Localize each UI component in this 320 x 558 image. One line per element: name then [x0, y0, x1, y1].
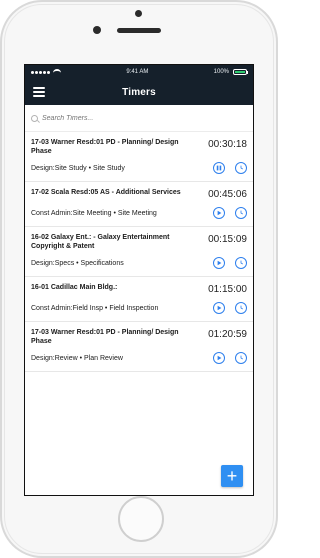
search-container[interactable]: [31, 109, 247, 127]
timer-item[interactable]: 16-02 Galaxy Ent.: - Galaxy Entertainmen…: [25, 227, 253, 277]
plus-icon: +: [226, 466, 238, 486]
play-button[interactable]: [213, 207, 225, 219]
timer-description: Design:Review • Plan Review: [31, 354, 123, 362]
timer-header-row: 17-02 Scala Resd:05 AS - Additional Serv…: [31, 188, 247, 201]
timer-header-row: 16-01 Cadillac Main Bldg.: 01:15:00: [31, 283, 247, 296]
clock-button[interactable]: [235, 207, 247, 219]
timer-detail-row: Design:Specs • Specifications: [31, 257, 247, 269]
play-button[interactable]: [213, 352, 225, 364]
add-timer-button[interactable]: +: [221, 465, 243, 487]
timer-actions: [213, 352, 247, 364]
status-bar: 9:41 AM 100%: [25, 65, 253, 79]
play-button[interactable]: [213, 257, 225, 269]
pause-button[interactable]: [213, 162, 225, 174]
play-icon: [217, 355, 222, 361]
clock-icon: [240, 260, 243, 265]
timer-header-row: 17-03 Warner Resd:01 PD - Planning/ Desi…: [31, 138, 247, 156]
timer-elapsed: 00:45:06: [208, 189, 247, 200]
phone-frame: 9:41 AM 100% Timers 17-03 Warner Resd:01…: [0, 0, 278, 558]
signal-dots-icon: [31, 70, 50, 74]
timer-detail-row: Design:Review • Plan Review: [31, 352, 247, 364]
status-right: 100%: [213, 69, 248, 75]
camera-dot: [135, 10, 142, 17]
clock-icon: [240, 355, 243, 360]
status-time: 9:41 AM: [126, 69, 149, 75]
play-button[interactable]: [213, 302, 225, 314]
timer-actions: [213, 207, 247, 219]
home-button[interactable]: [118, 496, 164, 542]
timer-detail-row: Const Admin:Site Meeting • Site Meeting: [31, 207, 247, 219]
clock-icon: [240, 165, 243, 170]
play-icon: [217, 210, 222, 216]
battery-icon: [233, 69, 248, 75]
timer-elapsed: 01:15:00: [208, 284, 247, 295]
search-input[interactable]: [42, 114, 182, 122]
app-screen: 9:41 AM 100% Timers 17-03 Warner Resd:01…: [24, 64, 254, 496]
page-title: Timers: [122, 86, 156, 98]
timer-description: Const Admin:Site Meeting • Site Meeting: [31, 209, 157, 217]
timer-elapsed: 00:30:18: [208, 139, 247, 150]
timer-actions: [213, 257, 247, 269]
clock-button[interactable]: [235, 302, 247, 314]
timer-title: 17-03 Warner Resd:01 PD - Planning/ Desi…: [31, 329, 179, 345]
timer-elapsed: 00:15:09: [208, 234, 247, 245]
timer-item[interactable]: 16-01 Cadillac Main Bldg.: 01:15:00 Const …: [25, 277, 253, 322]
timer-detail-row: Design:Site Study • Site Study: [31, 162, 247, 174]
play-icon: [217, 260, 222, 266]
timer-detail-row: Const Admin:Field Insp • Field Inspectio…: [31, 302, 247, 314]
timer-item[interactable]: 17-02 Scala Resd:05 AS - Additional Serv…: [25, 182, 253, 227]
clock-icon: [240, 305, 243, 310]
timer-actions: [213, 162, 247, 174]
clock-icon: [240, 210, 243, 215]
top-bar: 9:41 AM 100% Timers: [25, 65, 253, 105]
pause-icon: [216, 165, 222, 171]
timer-header-row: 16-02 Galaxy Ent.: - Galaxy Entertainmen…: [31, 233, 247, 251]
search-icon: [31, 114, 38, 122]
clock-button[interactable]: [235, 162, 247, 174]
timer-title: 16-02 Galaxy Ent.: - Galaxy Entertainmen…: [31, 234, 170, 250]
wifi-icon: [53, 69, 61, 77]
hamburger-menu-icon[interactable]: [33, 87, 45, 97]
timer-description: Design:Site Study • Site Study: [31, 164, 125, 172]
clock-button[interactable]: [235, 257, 247, 269]
timer-actions: [213, 302, 247, 314]
timer-header-row: 17-03 Warner Resd:01 PD - Planning/ Desi…: [31, 328, 247, 346]
speaker-grill: [117, 28, 161, 33]
search-bar: [25, 105, 253, 132]
play-icon: [217, 305, 222, 311]
timer-description: Const Admin:Field Insp • Field Inspectio…: [31, 304, 159, 312]
front-camera: [93, 26, 101, 34]
nav-bar: Timers: [25, 79, 253, 105]
timer-title: 17-03 Warner Resd:01 PD - Planning/ Desi…: [31, 139, 179, 155]
timer-elapsed: 01:20:59: [208, 329, 247, 340]
timer-item[interactable]: 17-03 Warner Resd:01 PD - Planning/ Desi…: [25, 132, 253, 182]
timer-list: 17-03 Warner Resd:01 PD - Planning/ Desi…: [25, 132, 253, 372]
timer-item[interactable]: 17-03 Warner Resd:01 PD - Planning/ Desi…: [25, 322, 253, 372]
timer-title: 17-02 Scala Resd:05 AS - Additional Serv…: [31, 189, 181, 196]
clock-button[interactable]: [235, 352, 247, 364]
timer-title: 16-01 Cadillac Main Bldg.:: [31, 284, 118, 291]
timer-description: Design:Specs • Specifications: [31, 259, 124, 267]
status-left: [31, 68, 61, 76]
battery-percent: 100%: [213, 69, 229, 75]
